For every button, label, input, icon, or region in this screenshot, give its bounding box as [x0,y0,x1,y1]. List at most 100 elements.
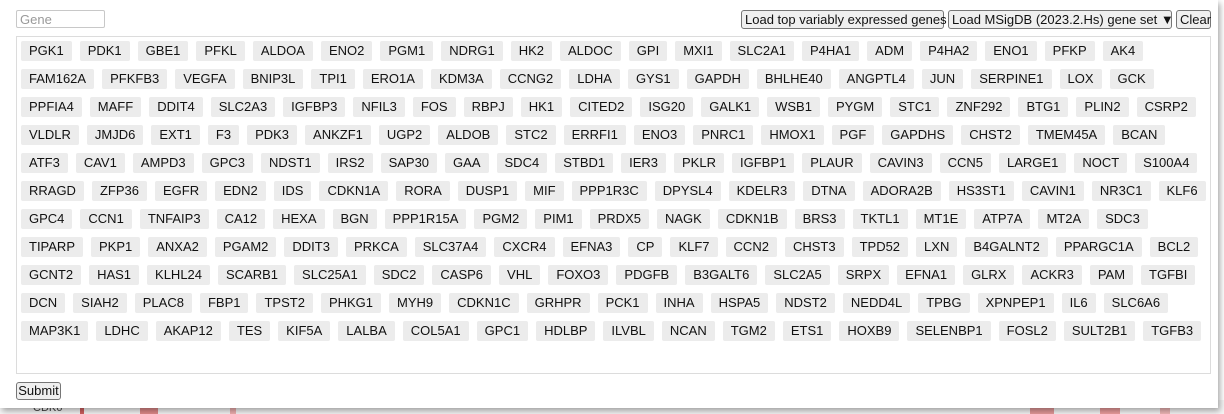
gene-chip[interactable]: SDC3 [1097,209,1148,229]
gene-chip[interactable]: HOXB9 [839,321,900,341]
gene-chip[interactable]: PKLR [674,153,724,173]
gene-chip[interactable]: DTNA [803,181,855,201]
gene-chip[interactable]: SCARB1 [218,265,287,285]
gene-chip[interactable]: KLHL24 [147,265,211,285]
gene-chip[interactable]: MT2A [1038,209,1090,229]
gene-chip[interactable]: PIM1 [535,209,582,229]
gene-chip[interactable]: RRAGD [21,181,84,201]
gene-chip[interactable]: ENO3 [633,125,686,145]
gene-chip[interactable]: LARGE1 [999,153,1067,173]
gene-chip[interactable]: CDKN1A [319,181,389,201]
gene-chip[interactable]: GAPDHS [882,125,954,145]
gene-chip[interactable]: BCL2 [1149,237,1199,257]
gene-chip[interactable]: PDK1 [79,41,130,61]
gene-chip[interactable]: PKP1 [91,237,141,257]
gene-chip[interactable]: SRPX [837,265,890,285]
gene-chip[interactable]: TGFBI [1141,265,1196,285]
gene-chip[interactable]: ERO1A [362,69,423,89]
gene-chip[interactable]: STBD1 [555,153,614,173]
gene-chip[interactable]: HK2 [510,41,552,61]
gene-chip[interactable]: NDST1 [261,153,320,173]
gene-chip[interactable]: F3 [207,125,240,145]
gene-chip[interactable]: CCNG2 [499,69,562,89]
gene-chip[interactable]: P4HA1 [801,41,860,61]
gene-chip[interactable]: ADM [867,41,913,61]
gene-chip[interactable]: TGM2 [722,321,775,341]
gene-chip[interactable]: SULT2B1 [1063,321,1136,341]
gene-chip[interactable]: WSB1 [767,97,820,117]
gene-chip[interactable]: JUN [921,69,964,89]
gene-chip[interactable]: LOX [1059,69,1102,89]
gene-chip[interactable]: PPP1R3C [571,181,647,201]
gene-chip[interactable]: ANXA2 [148,237,207,257]
gene-chip[interactable]: DDIT4 [149,97,203,117]
gene-chip[interactable]: PPP1R15A [384,209,467,229]
gene-chip[interactable]: LDHA [569,69,620,89]
gene-chip[interactable]: SLC25A1 [294,265,366,285]
gene-chip[interactable]: EDN2 [215,181,266,201]
gene-chip[interactable]: EFNA3 [562,237,621,257]
gene-chip[interactable]: SERPINE1 [971,69,1052,89]
submit-button[interactable]: Submit [16,382,61,400]
gene-chip[interactable]: PRKCA [345,237,407,257]
gene-chip[interactable]: NOCT [1074,153,1128,173]
gene-chip[interactable]: BNIP3L [242,69,304,89]
gene-chip[interactable]: CASP6 [432,265,492,285]
gene-chip[interactable]: CHST3 [784,237,844,257]
gene-chip[interactable]: CSRP2 [1136,97,1196,117]
gene-chip[interactable]: GLRX [963,265,1015,285]
gene-chip[interactable]: PGK1 [21,41,72,61]
gene-chip[interactable]: ILVBL [603,321,654,341]
gene-chip[interactable]: NDST2 [776,293,835,313]
gene-chip[interactable]: SDC4 [496,153,548,173]
gene-chip[interactable]: CCN2 [725,237,777,257]
gene-chip[interactable]: IGFBP1 [731,153,795,173]
gene-chip[interactable]: CAVIN3 [869,153,932,173]
gene-chip[interactable]: PPFIA4 [21,97,82,117]
gene-chip[interactable]: PDGFB [616,265,678,285]
gene-chip[interactable]: SAP30 [380,153,438,173]
gene-chip[interactable]: INHA [655,293,703,313]
gene-chip[interactable]: IDS [273,181,312,201]
gene-chip[interactable]: PRDX5 [589,209,649,229]
gene-chip[interactable]: LDHC [96,321,148,341]
gene-chip[interactable]: GALK1 [701,97,760,117]
gene-chip[interactable]: ATF3 [21,153,68,173]
gene-chip[interactable]: HEXA [273,209,325,229]
gene-chip[interactable]: ENO1 [985,41,1037,61]
clear-button[interactable]: Clear [1176,10,1211,29]
gene-chip[interactable]: GCNT2 [21,265,82,285]
gene-chip[interactable]: ADORA2B [862,181,941,201]
gene-chip[interactable]: ANGPTL4 [838,69,914,89]
gene-chip[interactable]: VHL [499,265,541,285]
gene-chip[interactable]: IGFBP3 [283,97,346,117]
gene-chip[interactable]: CA12 [216,209,266,229]
gene-chip[interactable]: CP [628,237,663,257]
gene-chip[interactable]: SDC2 [373,265,425,285]
gene-chip[interactable]: SLC2A3 [210,97,276,117]
gene-chip[interactable]: ATP7A [974,209,1031,229]
gene-chip[interactable]: NCAN [661,321,715,341]
gene-chip[interactable]: PCK1 [597,293,648,313]
gene-chip[interactable]: PFKFB3 [102,69,168,89]
gene-chip[interactable]: MT1E [915,209,967,229]
gene-chip[interactable]: GBE1 [137,41,189,61]
gene-chip[interactable]: FOSL2 [998,321,1056,341]
gene-chip[interactable]: IER3 [621,153,667,173]
gene-chip[interactable]: AMPD3 [132,153,194,173]
gene-chip[interactable]: GPC3 [201,153,254,173]
gene-chip[interactable]: CAV1 [75,153,125,173]
gene-chip[interactable]: SLC6A6 [1103,293,1169,313]
gene-chip[interactable]: ZNF292 [947,97,1011,117]
gene-chip[interactable]: GAPDH [686,69,749,89]
gene-chip[interactable]: IRS2 [327,153,373,173]
gene-search-input[interactable] [16,10,105,28]
gene-chip[interactable]: TPST2 [256,293,313,313]
gene-chip[interactable]: MIF [525,181,564,201]
gene-chip[interactable]: FBP1 [199,293,249,313]
gene-chip[interactable]: RBPJ [463,97,513,117]
gene-chip[interactable]: TPD52 [851,237,909,257]
gene-chip[interactable]: PFKL [196,41,245,61]
gene-chip[interactable]: CITED2 [570,97,633,117]
gene-chip[interactable]: STC2 [506,125,556,145]
